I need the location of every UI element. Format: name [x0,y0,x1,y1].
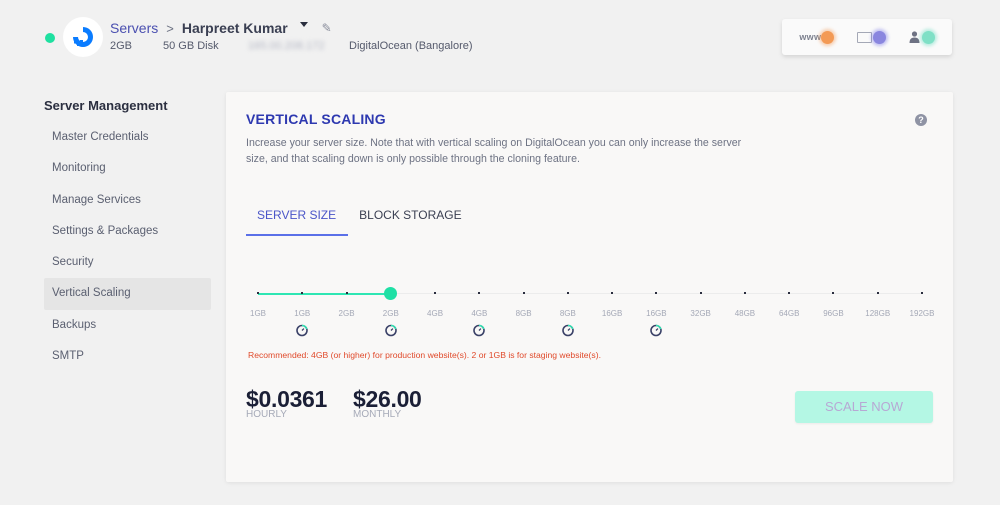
slider-step-7[interactable] [566,292,569,294]
server-ip-blurred: 165.00.208.172 [248,40,325,52]
slider-thumb[interactable] [384,287,398,300]
server-size-slider[interactable] [257,287,923,300]
slider-size-label: 48GB [734,309,756,318]
www-indicator-icon [821,30,835,44]
monthly-price: $26.00 MONTHLY [353,386,422,420]
tab-server-size[interactable]: SERVER SIZE [246,202,349,236]
slider-step-13[interactable] [832,292,835,294]
slider-step-9[interactable] [655,292,658,294]
slider-size-label: 8GB [559,309,576,318]
digitalocean-logo-icon [63,17,103,57]
sidebar-item-backups[interactable]: Backups [44,310,211,341]
performance-badges [258,324,922,338]
sidebar: Server Management Master Credentials Mon… [44,96,211,372]
server-name: Harpreet Kumar [181,20,288,36]
slider-step-5[interactable] [478,292,481,294]
performance-gauge-icon [473,324,486,337]
sidebar-item-manage-services[interactable]: Manage Services [44,185,211,216]
folder-icon [856,31,872,43]
server-provider: DigitalOcean (Bangalore) [349,40,473,52]
sidebar-item-settings-packages[interactable]: Settings & Packages [44,216,211,247]
slider-step-8[interactable] [611,292,614,294]
server-disk: 50 GB Disk [163,40,219,52]
sidebar-item-security[interactable]: Security [44,247,211,278]
quick-link-users[interactable] [909,30,935,44]
slider-size-labels: 1GB 1GB 2GB 2GB 4GB 4GB 8GB 8GB 16GB 16GB 32GB 48GB… [250,309,934,323]
slider-size-label: 4GB [427,309,444,318]
server-switcher-dropdown-icon[interactable] [299,21,308,27]
slider-size-label: 16GB [646,309,667,318]
slider-size-label: 128GB [865,309,891,318]
hourly-price: $0.0361 HOURLY [246,386,327,420]
page-title: VERTICAL SCALING [246,111,386,127]
sidebar-item-vertical-scaling[interactable]: Vertical Scaling [44,278,211,310]
slider-size-label: 16GB [601,309,623,318]
slider-step-10[interactable] [699,292,702,294]
slider-size-label: 1GB [294,309,311,318]
slider-step-12[interactable] [788,292,791,294]
server-status-indicator [45,33,55,43]
slider-size-label: 192GB [909,309,935,318]
breadcrumb-servers-link[interactable]: Servers [110,20,158,36]
slider-size-label: 96GB [823,309,844,318]
sidebar-title: Server Management [44,98,168,113]
user-icon [909,31,920,43]
slider-step-2[interactable] [345,292,348,294]
slider-size-label: 1GB [249,309,267,318]
slider-step-0[interactable] [257,292,259,294]
performance-gauge-icon [384,324,397,337]
slider-step-11[interactable] [743,292,746,294]
sidebar-item-monitoring[interactable]: Monitoring [44,153,211,184]
quick-link-files[interactable] [856,30,886,44]
scale-now-button[interactable]: SCALE NOW [795,391,933,423]
slider-fill [258,292,391,295]
slider-size-label: 4GB [471,309,488,318]
slider-step-15[interactable] [921,292,923,294]
slider-step-1[interactable] [301,292,304,294]
breadcrumb: Servers > Harpreet Kumar ✎ [110,20,332,36]
slider-step-4[interactable] [434,292,437,294]
sidebar-item-smtp[interactable]: SMTP [44,341,211,372]
help-icon[interactable]: ? [915,114,927,126]
slider-size-label: 2GB [382,309,399,318]
slider-step-6[interactable] [522,292,525,294]
edit-name-pencil-icon[interactable]: ✎ [322,21,332,35]
slider-step-14[interactable] [876,292,879,294]
vertical-scaling-panel: VERTICAL SCALING ? Increase your server … [226,92,953,482]
page-description: Increase your server size. Note that wit… [246,137,742,165]
performance-gauge-icon [296,324,309,337]
quick-link-www[interactable]: www [799,30,835,44]
performance-gauge-icon [561,324,574,337]
performance-gauge-icon [650,324,663,337]
sidebar-item-master-credentials[interactable]: Master Credentials [44,122,211,153]
slider-size-label: 32GB [690,309,711,318]
slider-size-label: 8GB [515,309,532,318]
files-indicator-icon [872,30,886,44]
tabs: SERVER SIZE BLOCK STORAGE [246,202,474,236]
server-ram: 2GB [110,40,133,52]
tab-block-storage[interactable]: BLOCK STORAGE [348,202,473,236]
quick-links-card: www [782,19,952,55]
recommendation-text: Recommended: 4GB (or higher) for product… [248,350,601,360]
slider-size-label: 64GB [778,309,800,318]
users-indicator-icon [921,30,935,44]
breadcrumb-separator: > [166,20,174,36]
www-icon: www [799,32,822,42]
slider-size-label: 2GB [338,309,355,318]
